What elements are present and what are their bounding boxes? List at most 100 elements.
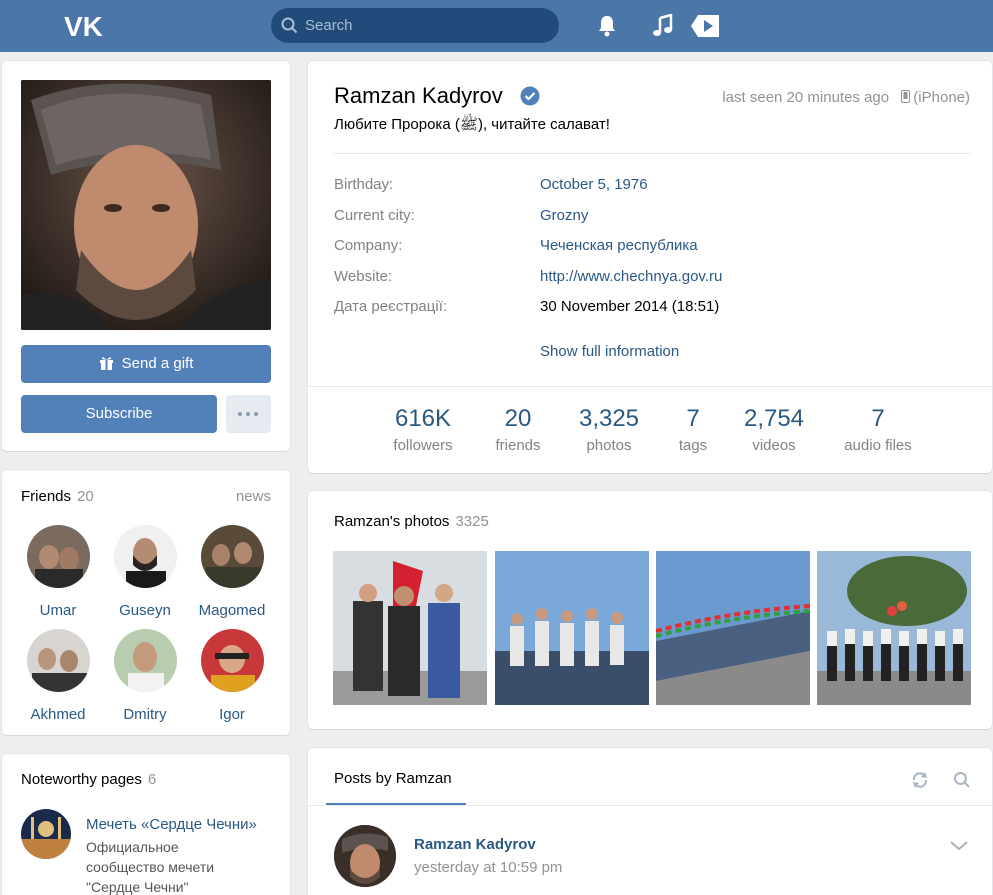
noteworthy-title[interactable]: Noteworthy pages 6 bbox=[21, 771, 156, 788]
page-description-line-1: Официальное bbox=[86, 839, 179, 855]
photo-thumbnail[interactable] bbox=[817, 551, 971, 705]
chevron-down-icon[interactable] bbox=[950, 841, 968, 851]
info-divider bbox=[334, 153, 971, 154]
video-icon[interactable] bbox=[690, 12, 722, 40]
counter-caption: photos bbox=[586, 437, 632, 454]
info-value[interactable]: http://www.chechnya.gov.ru bbox=[540, 268, 722, 285]
info-label: Website: bbox=[334, 268, 393, 285]
friend-item[interactable]: Dmitry bbox=[105, 629, 185, 723]
last-seen: last seen 20 minutes ago (iPhone) bbox=[722, 89, 970, 106]
photos-count: 3325 bbox=[455, 513, 489, 530]
profile-photo[interactable] bbox=[21, 80, 271, 330]
music-icon[interactable] bbox=[652, 14, 674, 38]
photos-card: Ramzan's photos 3325 bbox=[308, 491, 992, 729]
info-label: Birthday: bbox=[334, 176, 394, 193]
info-value: 30 November 2014 (18:51) bbox=[540, 298, 720, 315]
friends-title[interactable]: Friends 20 bbox=[21, 488, 94, 505]
friend-avatar bbox=[200, 525, 264, 588]
friend-name: Dmitry bbox=[123, 706, 167, 723]
last-seen-text: last seen 20 minutes ago bbox=[722, 89, 890, 106]
friend-item[interactable]: Umar bbox=[18, 525, 98, 619]
search-input[interactable]: Search bbox=[271, 8, 559, 43]
noteworthy-pages-card: Noteworthy pages 6 Мечеть «Сердце Чечни» … bbox=[2, 754, 290, 895]
photos-title-text: Ramzan's photos bbox=[334, 513, 450, 530]
counter-number: 2,754 bbox=[743, 405, 805, 432]
counter-tags[interactable]: 7 tags bbox=[668, 405, 718, 454]
friend-avatar bbox=[26, 629, 90, 692]
friend-avatar bbox=[113, 629, 177, 692]
verified-icon bbox=[520, 86, 540, 106]
friends-card: Friends 20 news Umar Guseyn Magomed Akhme… bbox=[2, 470, 290, 735]
vk-logo-icon[interactable]: VK bbox=[64, 12, 108, 40]
counters-divider bbox=[308, 386, 992, 387]
info-label: Current city: bbox=[334, 207, 415, 224]
post-author-avatar[interactable] bbox=[334, 825, 396, 887]
photo-thumbnail[interactable] bbox=[656, 551, 810, 705]
search-posts-icon[interactable] bbox=[953, 771, 971, 789]
svg-text:VK: VK bbox=[64, 12, 103, 40]
friend-item[interactable]: Akhmed bbox=[18, 629, 98, 723]
friend-avatar bbox=[113, 525, 177, 588]
friend-item[interactable]: Guseyn bbox=[105, 525, 185, 619]
tab-posts-by-owner[interactable]: Posts by Ramzan bbox=[334, 770, 452, 787]
counter-audio[interactable]: 7 audio files bbox=[833, 405, 923, 454]
info-label: Company: bbox=[334, 237, 403, 254]
profile-name: Ramzan Kadyrov bbox=[334, 83, 503, 108]
friends-title-text: Friends bbox=[21, 488, 72, 505]
friend-avatar bbox=[200, 629, 264, 692]
info-value[interactable]: Grozny bbox=[540, 207, 588, 224]
page-name[interactable]: Мечеть «Сердце Чечни» bbox=[86, 816, 257, 833]
friend-name: Magomed bbox=[198, 602, 266, 619]
profile-info-card: Ramzan Kadyrov Любите Пророка (ﷺ), читай… bbox=[308, 61, 992, 473]
counter-number: 7 bbox=[686, 405, 700, 432]
info-label: Дата реєстрації: bbox=[334, 298, 448, 315]
counter-caption: friends bbox=[495, 437, 541, 454]
more-actions-button[interactable] bbox=[226, 395, 271, 433]
counter-number: 3,325 bbox=[578, 405, 640, 432]
page-description-line-2: сообщество мечети bbox=[86, 859, 215, 875]
friend-avatar bbox=[26, 525, 90, 588]
refresh-icon[interactable] bbox=[911, 771, 929, 789]
friend-name: Akhmed bbox=[30, 706, 86, 723]
bell-icon[interactable] bbox=[596, 14, 618, 38]
friends-count: 20 bbox=[77, 488, 94, 505]
friend-name: Igor bbox=[219, 706, 245, 723]
friend-item[interactable]: Igor bbox=[192, 629, 272, 723]
friend-item[interactable]: Magomed bbox=[192, 525, 272, 619]
subscribe-button[interactable]: Subscribe bbox=[21, 395, 217, 433]
search-placeholder: Search bbox=[305, 17, 353, 34]
counter-caption: followers bbox=[393, 437, 453, 454]
counter-photos[interactable]: 3,325 photos bbox=[572, 405, 646, 454]
counter-caption: videos bbox=[752, 437, 796, 454]
page-description-line-3: "Сердце Чечни" bbox=[86, 879, 189, 895]
page-avatar[interactable] bbox=[21, 809, 71, 859]
device-text: (iPhone) bbox=[913, 89, 970, 106]
friend-name: Guseyn bbox=[119, 602, 171, 619]
top-header: VK Search bbox=[0, 0, 993, 52]
info-value[interactable]: October 5, 1976 bbox=[540, 176, 648, 193]
post-author-name[interactable]: Ramzan Kadyrov bbox=[414, 836, 536, 853]
post-timestamp[interactable]: yesterday at 10:59 pm bbox=[414, 859, 562, 876]
counter-number: 7 bbox=[871, 405, 885, 432]
counter-videos[interactable]: 2,754 videos bbox=[736, 405, 812, 454]
photo-thumbnail[interactable] bbox=[333, 551, 487, 705]
search-icon bbox=[281, 17, 298, 34]
counter-number: 20 bbox=[504, 405, 532, 432]
send-gift-button[interactable]: Send a gift bbox=[21, 345, 271, 383]
avatar-card: Send a gift Subscribe bbox=[2, 61, 290, 451]
noteworthy-count: 6 bbox=[147, 771, 157, 788]
gift-icon bbox=[99, 357, 113, 370]
subscribe-label: Subscribe bbox=[85, 405, 153, 422]
photos-title[interactable]: Ramzan's photos 3325 bbox=[334, 513, 489, 530]
posts-card: Posts by Ramzan Ramzan Kadyrov yesterday… bbox=[308, 748, 992, 895]
friend-name: Umar bbox=[39, 602, 77, 619]
counter-followers[interactable]: 616K followers bbox=[382, 405, 464, 454]
friends-news-link[interactable]: news bbox=[236, 488, 271, 505]
show-full-info-link[interactable]: Show full information bbox=[540, 343, 679, 360]
profile-status: Любите Пророка (ﷺ), читайте салават! bbox=[334, 116, 610, 133]
photo-thumbnail[interactable] bbox=[495, 551, 649, 705]
counter-friends[interactable]: 20 friends bbox=[488, 405, 548, 454]
phone-icon bbox=[901, 90, 911, 103]
info-value[interactable]: Чеченская республика bbox=[540, 237, 698, 254]
counter-number: 616K bbox=[394, 405, 452, 432]
